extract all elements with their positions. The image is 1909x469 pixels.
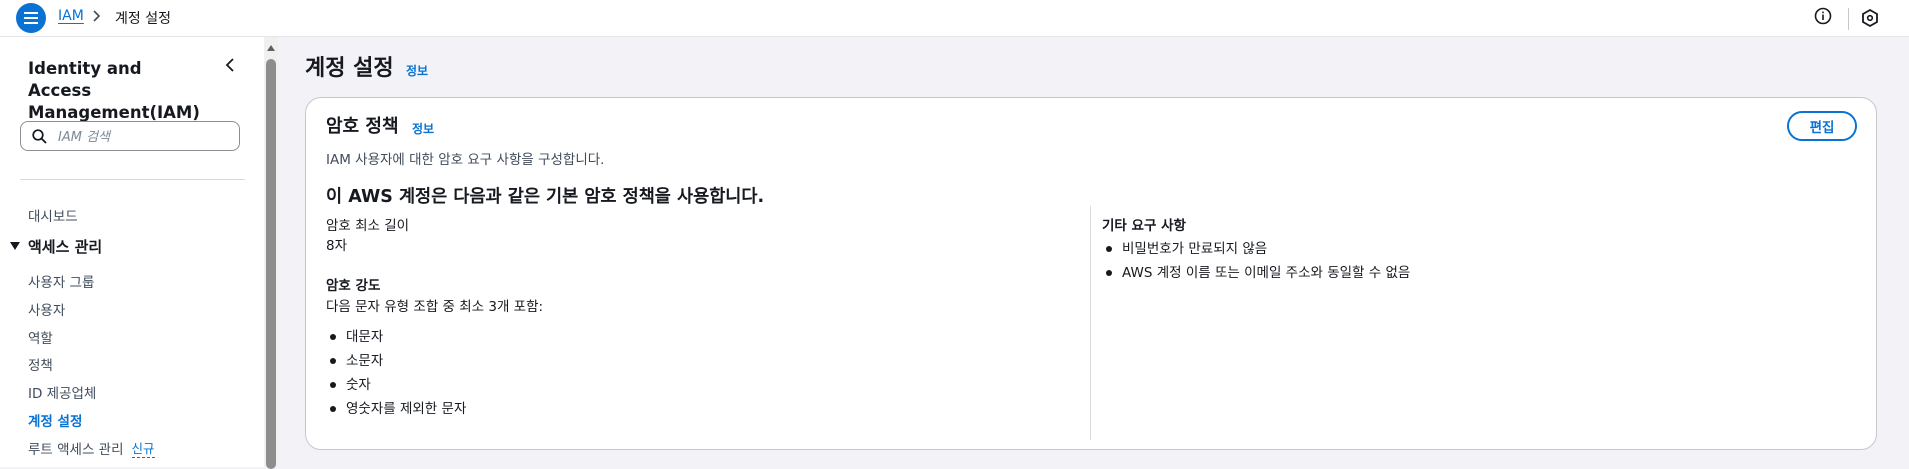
sidebar-section-label: 액세스 관리 <box>28 238 103 256</box>
sidebar-title[interactable]: Identity and Access Management(IAM) <box>28 58 208 124</box>
sidebar-item-account-settings[interactable]: 계정 설정 <box>28 410 82 430</box>
list-item: 대문자 <box>326 327 466 351</box>
sidebar-section-access-management[interactable]: 액세스 관리 <box>10 236 102 257</box>
sidebar-item-root-access-management[interactable]: 루트 액세스 관리 신규 <box>28 438 155 458</box>
hamburger-menu-icon <box>24 12 38 24</box>
policy-heading: 이 AWS 계정은 다음과 같은 기본 암호 정책을 사용합니다. <box>326 187 765 207</box>
strength-description: 다음 문자 유형 조합 중 최소 3개 포함: <box>326 299 544 315</box>
password-policy-panel: 암호 정책 정보 IAM 사용자에 대한 암호 요구 사항을 구성합니다. 편집… <box>305 97 1877 450</box>
sidebar-item-user-groups[interactable]: 사용자 그룹 <box>28 271 94 291</box>
top-navigation-bar: IAM 계정 설정 <box>0 0 1909 37</box>
sidebar-search-box <box>20 121 240 151</box>
list-item: 숫자 <box>326 375 466 399</box>
panel-title: 암호 정책 <box>326 116 399 137</box>
scroll-up-arrow-icon[interactable] <box>267 45 275 51</box>
topbar-divider <box>1848 8 1849 30</box>
chevron-right-icon <box>93 10 101 22</box>
page-title-info-link[interactable]: 정보 <box>406 62 428 79</box>
breadcrumb-current-page: 계정 설정 <box>115 11 171 27</box>
caret-down-icon <box>10 242 20 250</box>
sidebar-divider <box>20 179 245 180</box>
new-badge: 신규 <box>131 438 155 458</box>
sidebar-item-identity-providers[interactable]: ID 제공업체 <box>28 382 96 402</box>
list-item: 영숫자를 제외한 문자 <box>326 399 466 423</box>
column-divider <box>1090 206 1091 440</box>
info-circle-icon[interactable] <box>1814 7 1832 25</box>
page-title: 계정 설정 <box>305 56 394 81</box>
list-item: AWS 계정 이름 또는 이메일 주소와 동일할 수 없음 <box>1102 263 1410 287</box>
other-requirements-list: 비밀번호가 만료되지 않음 AWS 계정 이름 또는 이메일 주소와 동일할 수… <box>1102 239 1410 287</box>
list-item: 비밀번호가 만료되지 않음 <box>1102 239 1410 263</box>
search-icon <box>32 129 47 144</box>
other-requirements-label: 기타 요구 사항 <box>1102 218 1186 234</box>
list-item: 소문자 <box>326 351 466 375</box>
side-navigation: Identity and Access Management(IAM) 대시보드… <box>0 37 265 467</box>
sidebar-item-dashboard[interactable]: 대시보드 <box>28 205 78 225</box>
search-input[interactable] <box>56 126 235 148</box>
sidebar-item-roles[interactable]: 역할 <box>28 327 53 347</box>
strength-label: 암호 강도 <box>326 278 381 294</box>
breadcrumb-iam-link[interactable]: IAM <box>58 8 84 24</box>
scrollbar-thumb[interactable] <box>266 59 276 469</box>
panel-info-link[interactable]: 정보 <box>412 120 434 137</box>
menu-button[interactable] <box>16 3 46 33</box>
min-length-label: 암호 최소 길이 <box>326 218 410 234</box>
sidebar-item-label: 루트 액세스 관리 <box>28 442 124 458</box>
sidebar-item-policies[interactable]: 정책 <box>28 354 53 374</box>
edit-button[interactable]: 편집 <box>1787 111 1857 141</box>
sidebar-scrollbar[interactable] <box>264 37 278 469</box>
min-length-value: 8자 <box>326 238 348 254</box>
chevron-left-icon[interactable] <box>224 57 236 73</box>
panel-description: IAM 사용자에 대한 암호 요구 사항을 구성합니다. <box>326 152 605 168</box>
sidebar-item-users[interactable]: 사용자 <box>28 299 65 319</box>
strength-list: 대문자 소문자 숫자 영숫자를 제외한 문자 <box>326 327 466 423</box>
cloudshell-hexagon-icon[interactable] <box>1860 8 1880 28</box>
